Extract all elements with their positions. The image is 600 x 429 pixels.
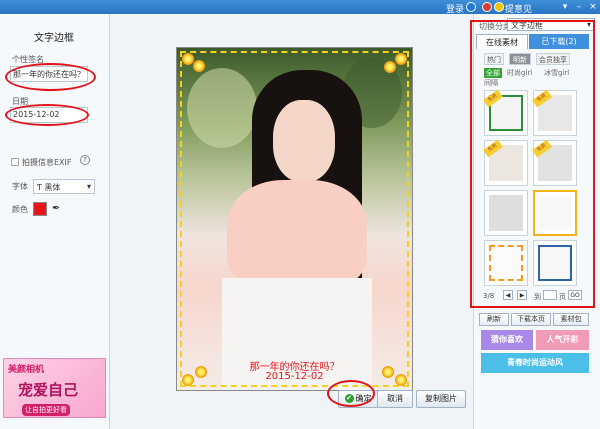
help-icon[interactable]: ? — [80, 155, 90, 165]
photo-preview: 那一年的你还在吗？ 2015-12-02 — [176, 47, 413, 391]
flower-ornament — [384, 61, 396, 73]
refresh-button[interactable]: 刷新 — [479, 313, 509, 326]
highlight-oval-date — [5, 104, 89, 126]
ad-brand: 美颜相机 — [8, 365, 45, 375]
font-value: 黑体 — [44, 183, 61, 192]
close-icon[interactable]: × — [588, 2, 598, 12]
qq-icon[interactable] — [466, 2, 476, 12]
color-swatch[interactable] — [33, 202, 47, 216]
flower-ornament — [182, 53, 194, 65]
flower-ornament — [395, 53, 407, 65]
text-frame-border — [180, 51, 409, 387]
download-page-button[interactable]: 下载本页 — [511, 313, 551, 326]
weibo-icon[interactable] — [482, 2, 492, 12]
title-bar: 登录 提意见 ▾ – × — [0, 0, 600, 15]
chevron-down-icon: ▾ — [86, 182, 91, 191]
copy-image-button[interactable]: 复制图片 — [416, 390, 466, 408]
ad-banner[interactable]: 美颜相机 宠爱自己 让自拍更好看 — [3, 358, 106, 418]
exif-checkbox[interactable] — [11, 158, 19, 166]
exif-label: 拍摄信息EXIF — [22, 158, 72, 167]
minimize-icon[interactable]: – — [574, 2, 584, 12]
skin-icon[interactable]: ▾ — [560, 2, 570, 12]
ad-slogan: 宠爱自己 — [18, 381, 79, 399]
caption-date[interactable]: 2015-12-02 — [177, 371, 412, 382]
promo-sport-style[interactable]: 青春时尚运动风 — [481, 353, 589, 373]
highlight-oval-ok — [327, 380, 375, 407]
promo-guess-you-like[interactable]: 猜你喜欢 — [481, 330, 533, 350]
material-pack-button[interactable]: 素材包 — [553, 313, 589, 326]
ad-subtitle: 让自拍更好看 — [22, 404, 70, 416]
highlight-box-materials — [470, 20, 595, 308]
color-label: 颜色 — [12, 205, 28, 214]
promo-popular[interactable]: 人气开彩 — [536, 330, 589, 350]
flower-ornament — [193, 60, 205, 72]
eyedropper-icon[interactable]: ✒ — [52, 203, 60, 214]
highlight-oval-signature — [5, 63, 96, 91]
feedback-icon — [494, 2, 504, 12]
font-select[interactable]: Ƭ 黑体 ▾ — [33, 179, 95, 194]
panel-title: 文字边框 — [34, 33, 74, 44]
font-label: 字体 — [12, 182, 28, 191]
cancel-button[interactable]: 取消 — [377, 390, 413, 408]
canvas-area: 那一年的你还在吗？ 2015-12-02 ✔ 确定 取消 复制图片 — [111, 14, 473, 429]
